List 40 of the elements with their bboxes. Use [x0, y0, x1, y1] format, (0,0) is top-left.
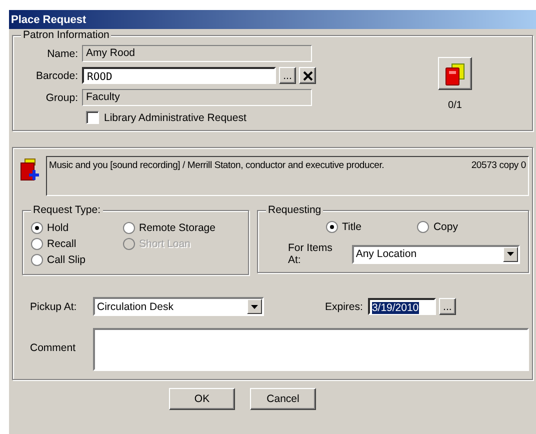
count-text: 0/1 — [448, 100, 462, 111]
clear-button[interactable] — [299, 67, 316, 84]
barcode-field[interactable]: ROOD — [82, 67, 276, 84]
book-add-icon — [20, 158, 40, 182]
pickup-dropdown[interactable]: Circulation Desk — [93, 297, 264, 316]
comment-field[interactable] — [93, 328, 529, 371]
group-field: Faculty — [82, 89, 312, 106]
checkbox[interactable] — [86, 111, 99, 124]
dialog-button[interactable]: OK — [169, 388, 235, 410]
close-icon — [302, 70, 312, 80]
radio-option[interactable]: Hold — [31, 220, 123, 236]
field-label: Group: — [44, 92, 78, 104]
group-legend: Requesting — [266, 204, 324, 216]
field-label: Expires: — [325, 300, 363, 312]
dialog-button[interactable]: Cancel — [250, 388, 316, 410]
field-label: Pickup At: — [29, 300, 78, 312]
caret-icon — [251, 304, 258, 308]
date-picker-button[interactable]: ... — [438, 298, 456, 315]
radio-option[interactable]: Copy — [417, 218, 458, 236]
group-legend: Request Type: — [31, 204, 103, 216]
browse-button[interactable]: ... — [279, 67, 296, 84]
field-label: For Items At: — [288, 242, 334, 266]
radio-option[interactable]: Title — [326, 218, 362, 236]
group-legend: Patron Information — [21, 29, 112, 41]
location-dropdown[interactable]: Any Location — [352, 244, 520, 264]
field-label: Barcode: — [34, 70, 78, 82]
field-label: Comment — [29, 341, 77, 354]
item-title: Music and you [sound recording] / Merrill Staton, conductor and executive producer. — [49, 160, 384, 173]
expires-field[interactable]: 3/19/2010 — [368, 298, 436, 315]
copy-text: 20573 copy 0 — [471, 160, 526, 173]
checkbox-label: Library Administrative Request — [104, 112, 246, 124]
radio-option[interactable]: Remote Storage — [123, 220, 233, 236]
book-icon — [444, 62, 466, 86]
window-title: Place Request — [11, 14, 86, 26]
radio-option[interactable]: Recall — [31, 236, 123, 252]
caret-icon — [507, 252, 514, 256]
field-label: Name: — [46, 48, 78, 60]
name-field: Amy Rood — [82, 45, 312, 62]
item-status-button[interactable] — [438, 57, 472, 90]
radio-option[interactable]: Call Slip — [31, 252, 123, 268]
